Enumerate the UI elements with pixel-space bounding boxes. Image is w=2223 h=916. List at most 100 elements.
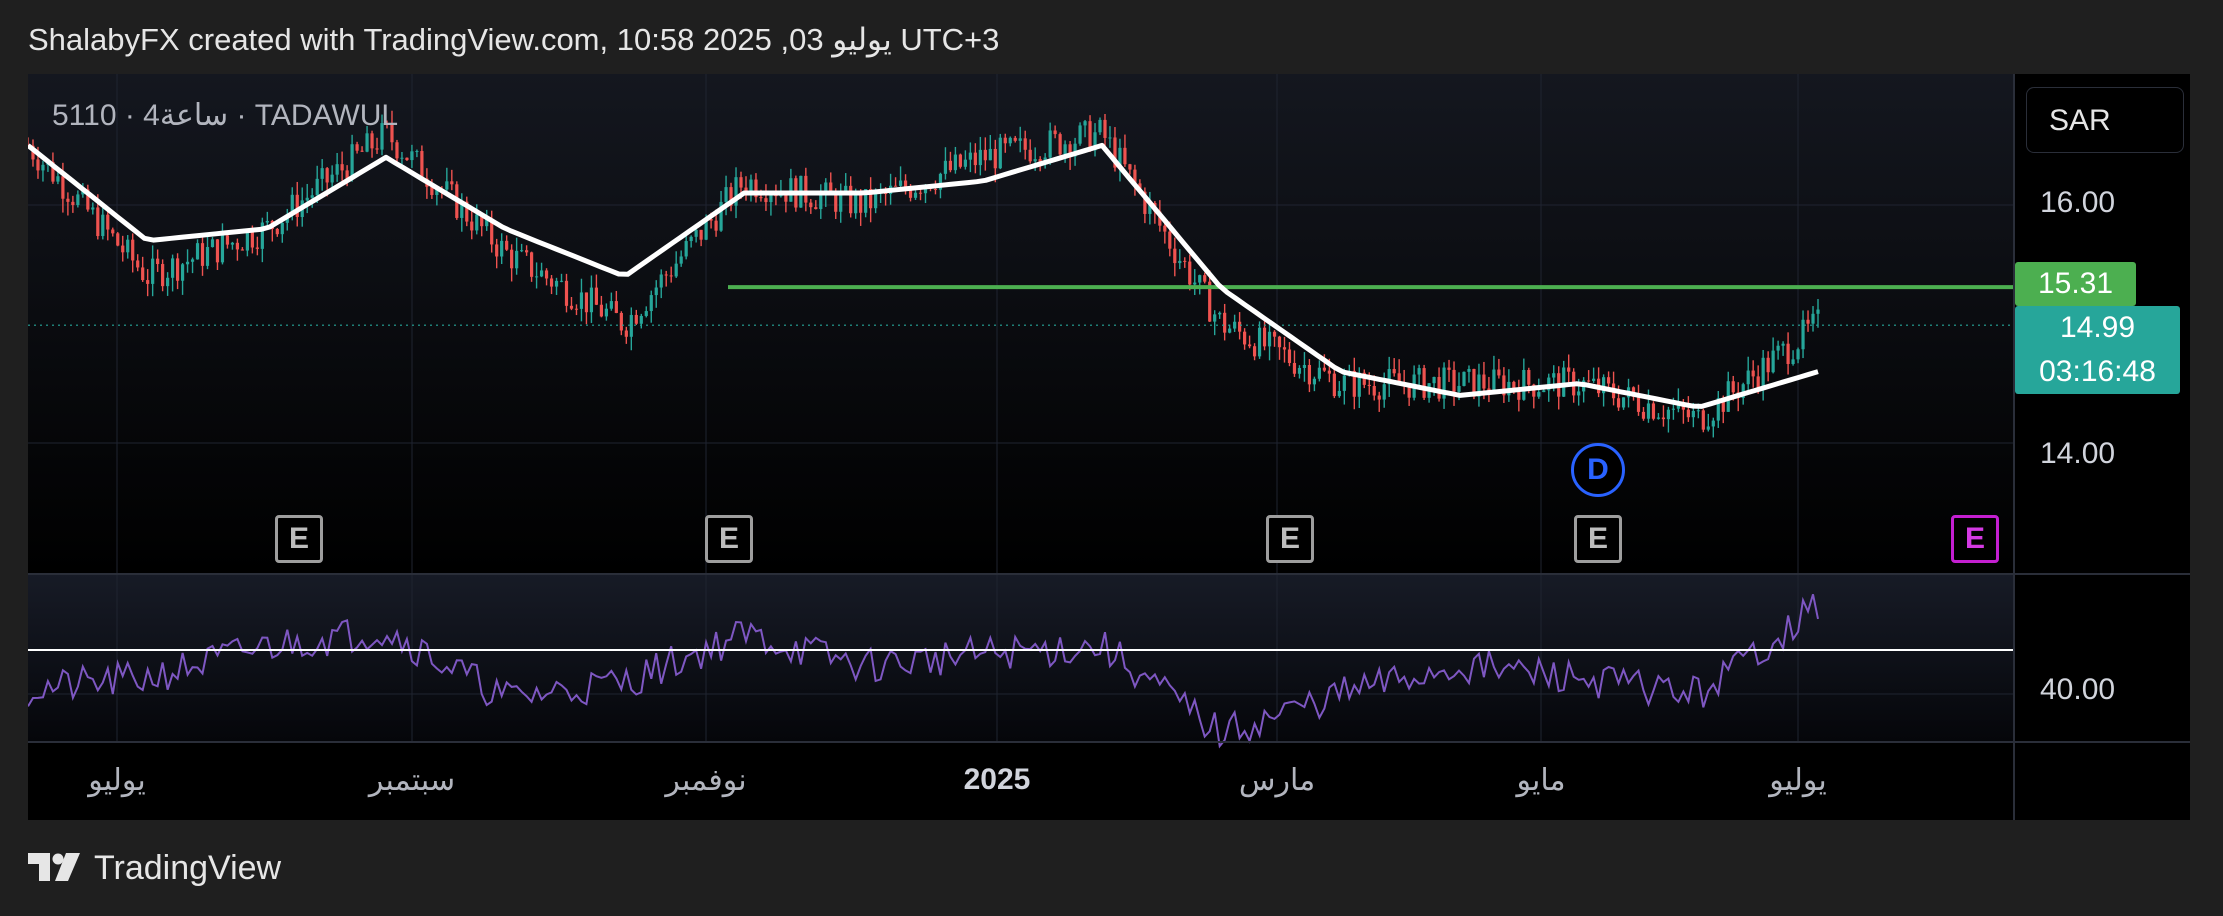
candle-body xyxy=(1243,331,1247,345)
candle-body xyxy=(604,308,608,317)
candle-body xyxy=(993,148,997,169)
candle-body xyxy=(180,264,185,281)
candle-body xyxy=(529,252,534,277)
candle-body xyxy=(245,232,249,251)
candle-body xyxy=(1791,359,1795,364)
earnings-event-marker[interactable]: E xyxy=(1266,515,1314,563)
candle-body xyxy=(1247,344,1252,347)
candle-body xyxy=(1008,137,1012,144)
tradingview-logo[interactable]: TradingView xyxy=(28,848,281,888)
candle-body xyxy=(1103,119,1107,138)
candle-body xyxy=(1801,319,1805,350)
candle-body xyxy=(579,292,584,309)
candle-body xyxy=(1537,392,1541,397)
candle-body xyxy=(1088,121,1092,151)
candle-body xyxy=(1033,159,1037,162)
candle-body xyxy=(933,188,938,190)
candle-body xyxy=(943,160,948,174)
candle-body xyxy=(340,164,344,171)
candle-body xyxy=(1262,327,1267,347)
earnings-event-marker[interactable]: E xyxy=(275,515,323,563)
candle-body xyxy=(1417,368,1421,375)
candle-body xyxy=(664,274,668,276)
candle-body xyxy=(1078,125,1082,144)
candle-body xyxy=(634,314,638,324)
candle-body xyxy=(1198,275,1202,283)
candle-body xyxy=(1771,350,1775,373)
candle-body xyxy=(564,280,569,306)
candle-body xyxy=(66,198,70,202)
dividend-event-marker[interactable]: D xyxy=(1571,443,1625,497)
candle-body xyxy=(141,267,145,281)
price-chart-svg[interactable] xyxy=(28,74,2190,820)
candle-body xyxy=(151,258,155,284)
candle-body xyxy=(325,168,329,183)
candle-body xyxy=(1497,369,1501,376)
candle-body xyxy=(1592,378,1596,381)
candle-body xyxy=(968,152,972,160)
candle-body xyxy=(255,247,259,249)
candle-body xyxy=(963,159,967,167)
currency-button[interactable]: SAR xyxy=(2026,87,2184,153)
candle-body xyxy=(684,241,688,257)
candle-body xyxy=(175,258,180,281)
candle-body xyxy=(405,157,409,161)
rsi-tick-40: 40.00 xyxy=(2040,673,2116,706)
candle-body xyxy=(1816,309,1820,314)
candle-body xyxy=(131,239,135,261)
symbol-label[interactable]: 5110 · 4ساعة · TADAWUL xyxy=(52,98,398,133)
candle-body xyxy=(893,185,898,187)
candle-body xyxy=(1691,410,1695,418)
candle-body xyxy=(365,133,369,152)
x-label-jul-2024: يوليو xyxy=(88,764,146,797)
candle-body xyxy=(1302,365,1307,368)
candle-body xyxy=(275,228,279,235)
candle-body xyxy=(195,243,200,260)
candle-body xyxy=(1606,377,1611,384)
candle-body xyxy=(1761,357,1765,388)
candle-body xyxy=(1287,349,1292,363)
candle-body xyxy=(395,142,399,159)
bar-countdown: 03:16:48 xyxy=(2039,355,2156,388)
candle-body xyxy=(983,149,987,161)
candle-body xyxy=(96,207,100,237)
candle-body xyxy=(330,174,334,183)
candle-body xyxy=(854,193,858,214)
candle-body xyxy=(1203,275,1207,282)
earnings-event-marker[interactable]: E xyxy=(1574,515,1622,563)
candle-body xyxy=(1018,138,1022,141)
candle-body xyxy=(210,239,215,248)
candle-body xyxy=(714,220,718,231)
candle-body xyxy=(739,177,743,188)
candle-body xyxy=(644,311,648,316)
chart-frame[interactable] xyxy=(28,74,2190,820)
candle-body xyxy=(525,250,529,253)
x-label-nov: نوفمبر xyxy=(665,764,747,797)
candle-body xyxy=(400,157,404,159)
candle-body xyxy=(659,274,663,288)
candle-body xyxy=(1337,390,1341,397)
candle-body xyxy=(1213,314,1217,322)
x-label-jul-2025: يوليو xyxy=(1769,764,1827,797)
candle-body xyxy=(1452,369,1456,392)
candle-body xyxy=(1651,403,1656,419)
candle-body xyxy=(549,278,554,287)
candle-body xyxy=(1173,248,1177,264)
candle-body xyxy=(1292,362,1297,374)
candle-body xyxy=(769,194,773,203)
candle-body xyxy=(589,287,594,313)
candle-body xyxy=(988,148,992,161)
candle-body xyxy=(106,214,110,230)
earnings-event-marker[interactable]: E xyxy=(705,515,753,563)
candle-body xyxy=(470,221,474,231)
candle-body xyxy=(978,149,982,166)
candle-body xyxy=(360,150,364,152)
candle-body xyxy=(918,192,923,194)
candle-body xyxy=(190,259,195,262)
candle-body xyxy=(953,154,958,171)
candle-body xyxy=(1053,130,1057,135)
last-price-value: 14.99 xyxy=(2059,311,2136,344)
upcoming-earnings-marker[interactable]: E xyxy=(1951,515,1999,563)
candle-body xyxy=(305,197,309,201)
candle-body xyxy=(1312,378,1317,385)
